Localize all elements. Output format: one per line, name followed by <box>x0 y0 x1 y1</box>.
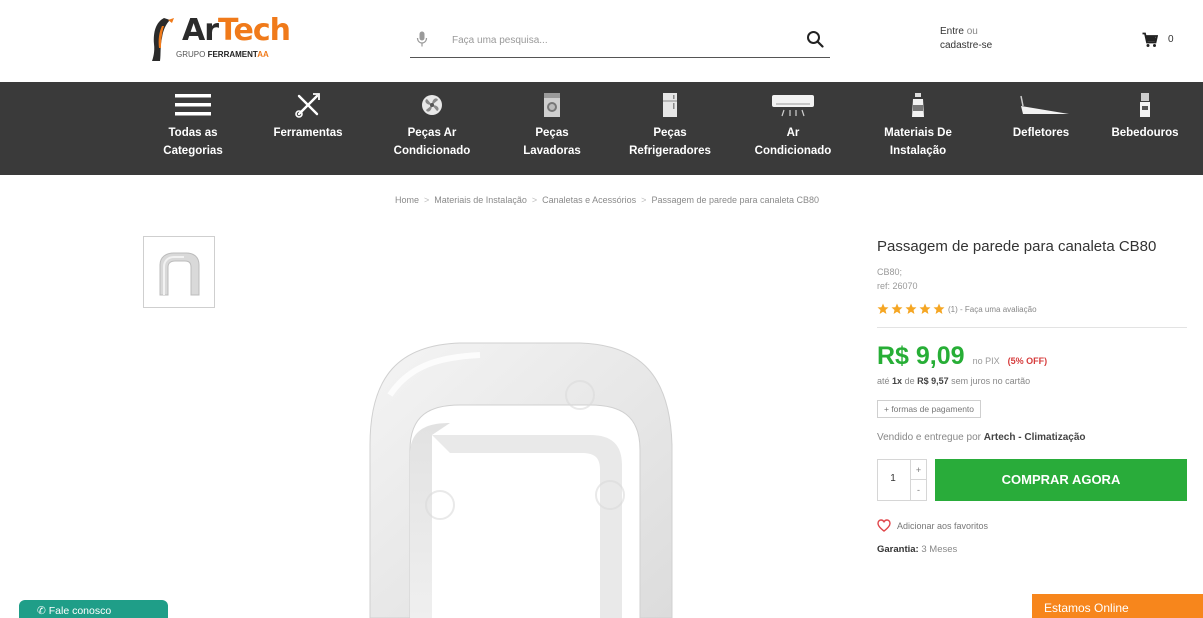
product-photo <box>369 342 673 618</box>
nav-item-pecas-ar-condicionado[interactable]: Peças Ar Condicionado <box>380 82 484 175</box>
air-conditioner-icon <box>772 95 814 117</box>
product-thumbnail[interactable] <box>143 236 215 308</box>
rating-stars[interactable] <box>877 303 945 315</box>
tools-icon <box>295 93 320 118</box>
nav-item-bebedouros[interactable]: Bebedouros <box>1100 82 1190 175</box>
ref-value: ref: 26070 <box>877 281 918 291</box>
washer-icon <box>544 93 560 117</box>
breadcrumb-home[interactable]: Home <box>395 195 419 205</box>
payment-options-button[interactable]: + formas de pagamento <box>877 400 982 418</box>
product-info: Passagem de parede para canaleta CB80 CB… <box>877 238 1187 555</box>
rate-product-link[interactable]: Faça uma avaliação <box>965 305 1037 314</box>
online-chat-button[interactable]: Estamos Online <box>1032 594 1203 618</box>
nav-item-ferramentas[interactable]: Ferramentas <box>262 82 354 175</box>
category-nav: Todas as Categorias Ferramentas Peças Ar… <box>0 82 1203 175</box>
microphone-icon[interactable] <box>416 31 428 47</box>
bottle-icon <box>912 93 924 117</box>
penguin-logo-icon <box>152 18 174 61</box>
seller-name[interactable]: Artech <box>984 432 1016 443</box>
buy-row: 1 + - COMPRAR AGORA <box>877 459 1187 501</box>
breadcrumb-canaletas[interactable]: Canaletas e Acessórios <box>542 195 636 205</box>
heart-icon <box>877 519 891 532</box>
rating: (1) - Faça uma avaliação <box>877 301 1187 317</box>
breadcrumb-current: Passagem de parede para canaleta CB80 <box>651 195 820 205</box>
water-cooler-icon <box>1140 93 1150 117</box>
fridge-icon <box>663 93 677 117</box>
favorite-label: Adicionar aos favoritos <box>897 520 989 531</box>
nav-label: Peças Ar Condicionado <box>393 127 471 157</box>
breadcrumb-separator: > <box>531 195 538 205</box>
rating-separator: - <box>960 304 963 314</box>
star-icon <box>891 303 903 314</box>
cart-icon <box>1142 32 1158 47</box>
nav-item-ar-condicionado[interactable]: Ar Condicionado <box>744 82 842 175</box>
logo-subtitle: GRUPO FERRAMENTAA <box>176 50 269 59</box>
register-link[interactable]: cadastre-se <box>940 39 992 53</box>
fan-icon <box>422 95 442 115</box>
buy-now-button[interactable]: COMPRAR AGORA <box>935 459 1187 501</box>
breadcrumb-separator: > <box>424 195 430 205</box>
product-title: Passagem de parede para canaleta CB80 <box>877 238 1157 255</box>
star-icon <box>877 303 889 314</box>
quantity-input[interactable]: 1 <box>878 473 908 484</box>
nav-item-todas-categorias[interactable]: Todas as Categorias <box>148 82 238 175</box>
search-input[interactable] <box>452 30 782 50</box>
star-icon <box>905 303 917 314</box>
breadcrumb-materiais[interactable]: Materiais de Instalação <box>434 195 527 205</box>
nav-item-pecas-lavadoras[interactable]: Peças Lavadoras <box>512 82 592 175</box>
site-header: ArTech GRUPO FERRAMENTAA Entre ou cadast… <box>0 0 1203 82</box>
cart-count: 0 <box>1168 34 1174 45</box>
nav-item-pecas-refrigeradores[interactable]: Peças Refrigeradores <box>618 82 722 175</box>
online-label: Estamos Online <box>1044 601 1129 615</box>
quantity-increase-button[interactable]: + <box>910 460 926 480</box>
nav-label: Ferramentas <box>273 127 343 139</box>
sku-value: CB80; <box>877 267 903 277</box>
nav-item-materiais-instalacao[interactable]: Materiais De Instalação <box>866 82 970 175</box>
nav-label: Bebedouros <box>1111 127 1179 139</box>
price-row: R$ 9,09 no PIX (5% OFF) <box>877 342 1187 370</box>
product-sku: CB80; ref: 26070 <box>877 265 1187 293</box>
login-area: Entre ou cadastre-se <box>940 25 992 53</box>
product-main-image[interactable] <box>350 335 690 618</box>
deflector-icon <box>1020 95 1069 114</box>
breadcrumb-separator: > <box>641 195 647 205</box>
login-or: ou <box>966 26 978 37</box>
seller-info: Vendido e entregue por Artech - Climatiz… <box>877 432 1086 443</box>
nav-label: Todas as Categorias <box>163 127 223 157</box>
search-icon[interactable] <box>806 30 824 48</box>
nav-label: Peças Lavadoras <box>523 127 581 157</box>
chat-label: Fale conosco <box>48 605 112 617</box>
quantity-decrease-button[interactable]: - <box>910 480 926 500</box>
add-favorite-link[interactable]: Adicionar aos favoritos <box>877 519 1187 532</box>
nav-label: Ar Condicionado <box>754 127 832 157</box>
login-link[interactable]: Entre <box>940 26 964 37</box>
logo[interactable]: ArTech GRUPO FERRAMENTAA <box>146 12 306 64</box>
whatsapp-chat-button[interactable]: ✆ Fale conosco <box>19 600 168 618</box>
star-icon <box>933 303 945 314</box>
nav-label: Defletores <box>1012 127 1070 139</box>
installment-info: até 1x de R$ 9,57 sem juros no cartão <box>877 376 1031 386</box>
nav-label: Peças Refrigeradores <box>629 127 711 157</box>
cart-button[interactable]: 0 <box>1142 32 1182 50</box>
product-thumbnail-image <box>159 252 200 296</box>
logo-text: ArTech <box>182 13 291 48</box>
discount-badge: (5% OFF) <box>1007 356 1048 366</box>
search-bar <box>410 22 830 58</box>
nav-item-defletores[interactable]: Defletores <box>996 82 1086 175</box>
price-method: no PIX <box>972 356 1000 366</box>
menu-icon <box>175 94 211 116</box>
price: R$ 9,09 <box>877 342 965 370</box>
quantity-stepper: 1 + - <box>877 459 927 501</box>
breadcrumb: Home > Materiais de Instalação > Canaletas e… <box>395 195 819 205</box>
nav-label: Materiais De Instalação <box>884 127 952 157</box>
warranty: Garantia: 3 Meses <box>877 544 958 555</box>
rating-count: (1) <box>948 304 958 314</box>
star-icon <box>919 303 931 314</box>
whatsapp-icon: ✆ <box>37 605 46 617</box>
divider <box>877 327 1187 328</box>
